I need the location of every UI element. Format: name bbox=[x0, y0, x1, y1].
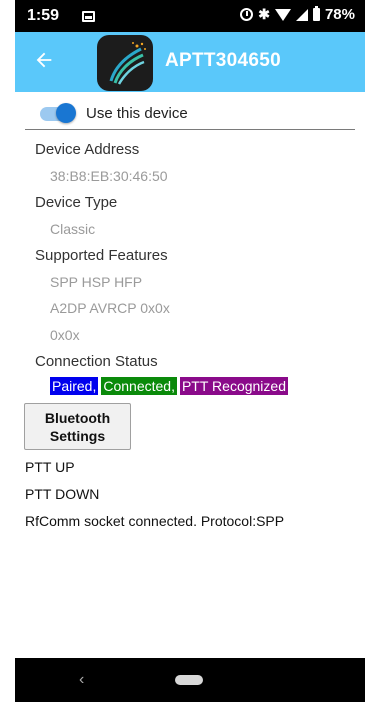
status-bar: 1:59 ✱ 78% bbox=[15, 0, 365, 32]
use-device-toggle[interactable] bbox=[40, 103, 76, 123]
device-address-value: 38:B8:EB:30:46:50 bbox=[50, 168, 168, 184]
ptt-recognized-badge: PTT Recognized bbox=[179, 377, 288, 395]
wifi-icon bbox=[274, 8, 291, 21]
bluetooth-icon: ✱ bbox=[258, 6, 270, 22]
log-line-ptt-up: PTT UP bbox=[25, 459, 75, 475]
use-device-label: Use this device bbox=[86, 104, 188, 122]
supported-features-line3: 0x0x bbox=[50, 327, 80, 343]
log-line-ptt-down: PTT DOWN bbox=[25, 486, 100, 502]
paired-badge: Paired, bbox=[50, 377, 99, 395]
bluetooth-settings-button[interactable]: Bluetooth Settings bbox=[24, 403, 131, 450]
device-address-label: Device Address bbox=[35, 141, 140, 158]
connection-status-label: Connection Status bbox=[35, 353, 158, 370]
supported-features-line1: SPP HSP HFP bbox=[50, 274, 143, 290]
supported-features-label: Supported Features bbox=[35, 247, 168, 264]
app-logo bbox=[97, 35, 153, 91]
cell-signal-icon bbox=[295, 8, 308, 21]
device-type-label: Device Type bbox=[35, 194, 118, 211]
app-title: APTT304650 bbox=[165, 50, 282, 71]
status-icons: ✱ 78% bbox=[240, 6, 355, 23]
connected-badge: Connected, bbox=[101, 377, 177, 395]
alarm-icon bbox=[240, 8, 254, 21]
back-arrow-icon[interactable] bbox=[33, 49, 55, 71]
use-device-row[interactable]: Use this device bbox=[40, 102, 188, 124]
status-time: 1:59 bbox=[27, 7, 60, 24]
log-line-rfcomm: RfComm socket connected. Protocol:SPP bbox=[25, 513, 285, 529]
toggle-thumb bbox=[56, 103, 76, 123]
battery-icon bbox=[312, 6, 320, 21]
bluetooth-settings-line2: Settings bbox=[49, 428, 106, 444]
nav-home-icon[interactable] bbox=[175, 675, 203, 685]
battery-percent: 78% bbox=[324, 6, 355, 23]
device-type-value: Classic bbox=[50, 221, 96, 237]
bluetooth-settings-line1: Bluetooth bbox=[44, 410, 111, 426]
navigation-bar: ‹ bbox=[15, 658, 365, 702]
app-bar: APTT304650 bbox=[15, 32, 365, 92]
connection-status-badges: Paired, Connected, PTT Recognized bbox=[50, 377, 288, 395]
supported-features-line2: A2DP AVRCP 0x0x bbox=[50, 300, 170, 316]
phone-screen: 1:59 ✱ 78% APTT304650 Use this device De… bbox=[15, 0, 365, 702]
notification-icon bbox=[82, 11, 95, 22]
divider bbox=[25, 129, 355, 130]
nav-back-icon[interactable]: ‹ bbox=[79, 671, 84, 689]
app-logo-icon bbox=[109, 42, 146, 85]
